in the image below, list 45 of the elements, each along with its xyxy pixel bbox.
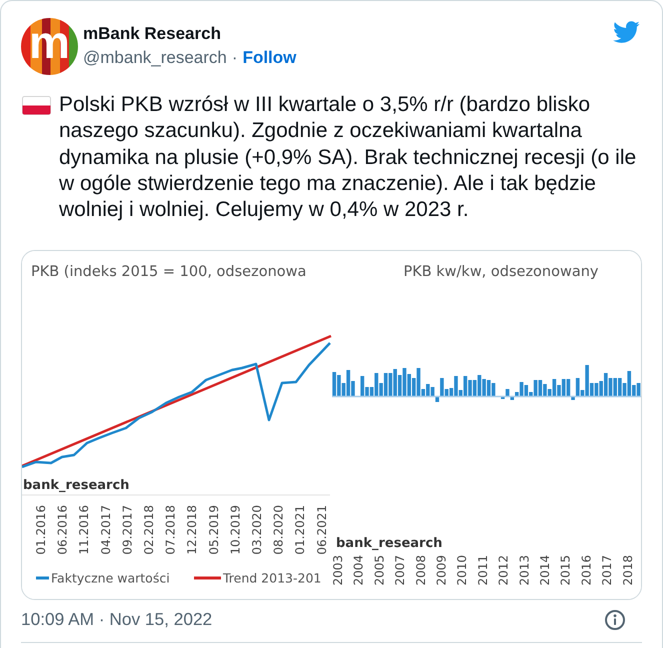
axis-label: 2013 [517, 554, 532, 586]
axis-label: 2004 [352, 554, 366, 586]
axis-label: 2017 [600, 554, 614, 586]
axis-label: 05.2019 [206, 504, 221, 555]
tweet-text: Polski PKB wzrósł w III kwartale o 3,5% r/r (bardzo blisko naszego szacunku). Zgodnie z oczekiwaniami kwartalna dynamika na plusie (+0,9% SA). Brak technicznej recesji (o ile w ogóle stwierdzenie tego ma znaczenie). Ale i tak będzie wolniej i wolniej. Celujemy w 0,4% w 2023 r. [59, 92, 638, 224]
axis-label: 2005 [372, 554, 386, 586]
bird-icon[interactable] [612, 21, 640, 44]
timestamp-link[interactable]: 10:09 AM · Nov 15, 2022 [21, 609, 212, 630]
axis-label: 2015 [558, 554, 573, 586]
avatar-logo[interactable]: m [21, 18, 78, 74]
axis-label: 2009 [434, 554, 448, 586]
axis-label: 09.2017 [120, 504, 134, 555]
axis-label: 03.2020 [250, 504, 264, 555]
chart-title: PKB kw/kw, odsezonowany [403, 264, 599, 280]
axis-label: 2016 [579, 554, 594, 586]
flag-icon [22, 96, 51, 115]
axis-label: 2008 [414, 554, 428, 586]
axis-label: 2018 [620, 554, 635, 586]
axis-label: 2011 [476, 554, 490, 586]
separator-dot: · [232, 47, 238, 69]
axis-label: 2003 [332, 554, 345, 586]
axis-label: 2014 [538, 554, 552, 586]
axis-label: 11.2016 [77, 504, 92, 555]
info-icon[interactable] [605, 610, 625, 630]
source-label: bank_research [23, 478, 130, 493]
axis-label: 07.2018 [164, 504, 178, 555]
axis-label: 06.2016 [56, 504, 70, 555]
legend-label: Trend 2013-201 [223, 570, 322, 586]
author-name[interactable]: mBank Research [83, 22, 296, 46]
axis-label: 01.2021 [293, 504, 308, 555]
follow-link[interactable]: Follow [242, 46, 296, 70]
axis-label: 01.2016 [34, 504, 48, 555]
axis-label: 10.2019 [228, 504, 242, 555]
axis-label: 2010 [455, 554, 470, 586]
legend-label: Faktyczne wartości [51, 570, 170, 586]
author-handle[interactable]: @mbank_research [83, 46, 227, 70]
chart-title: PKB (indeks 2015 = 100, odsezonowa [31, 264, 306, 280]
axis-label: 08.2020 [272, 504, 286, 555]
axis-label: 06.2021 [314, 504, 329, 555]
axis-label: 2007 [393, 554, 408, 586]
axis-label: 04.2017 [98, 504, 113, 555]
axis-label: 02.2018 [142, 504, 156, 555]
source-label: bank_research [336, 536, 442, 551]
axis-label: 12.2018 [185, 504, 200, 555]
axis-label: 2012 [496, 554, 511, 586]
